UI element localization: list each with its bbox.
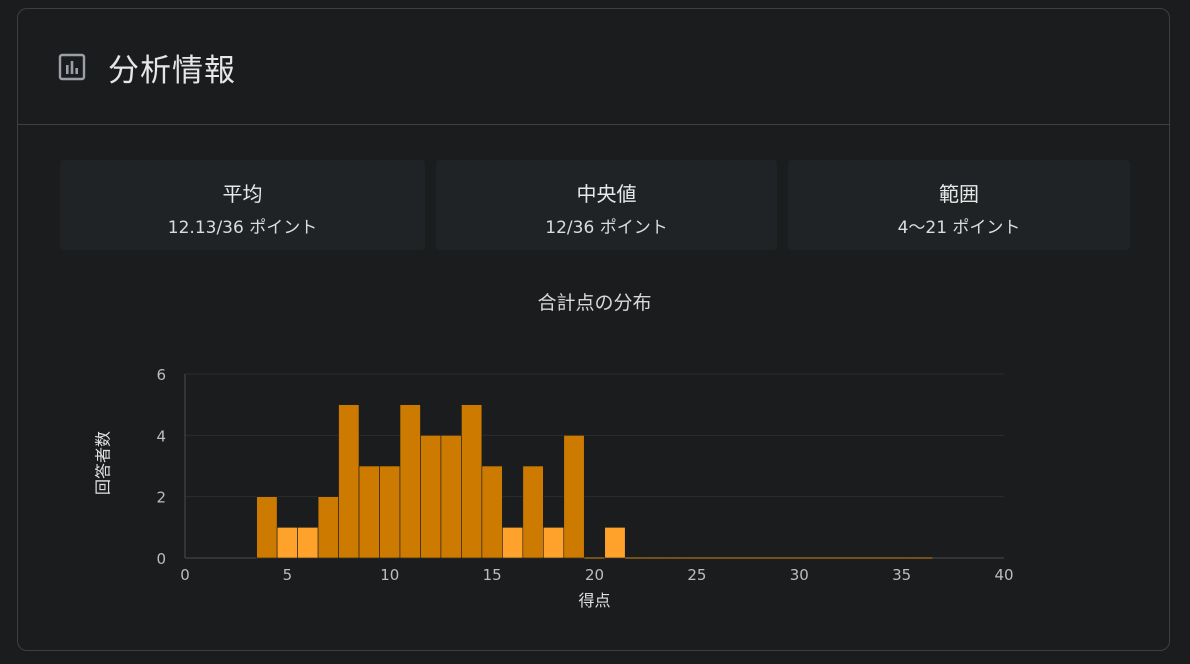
histogram-chart: 0 2 4 6 0 5 10 15 20 25 30 35 40 得点 回答者数: [94, 366, 1014, 610]
histogram-bar: [440, 435, 462, 559]
histogram-bar: [420, 435, 442, 559]
histogram-bar: [522, 465, 544, 559]
histogram-bar: [276, 527, 298, 559]
histogram-bar: [379, 465, 401, 559]
y-tick-label: 2: [156, 489, 166, 507]
y-axis-label: 回答者数: [94, 431, 113, 495]
x-tick-label: 30: [790, 566, 809, 584]
x-tick-label: 40: [994, 566, 1013, 584]
x-tick-label: 0: [180, 566, 190, 584]
x-tick-label: 10: [380, 566, 399, 584]
x-tick-label: 15: [483, 566, 502, 584]
histogram-bar: [358, 465, 380, 559]
histogram-bar: [338, 404, 360, 559]
x-tick-label: 5: [283, 566, 293, 584]
histogram-bar: [399, 404, 421, 559]
histogram-bar: [563, 435, 585, 559]
x-tick-label: 35: [892, 566, 911, 584]
x-tick-label: 20: [585, 566, 604, 584]
x-axis-label: 得点: [578, 591, 610, 610]
histogram-bar: [604, 527, 626, 559]
histogram-bar: [297, 527, 319, 559]
y-tick-label: 0: [156, 550, 166, 568]
y-tick-label: 4: [156, 427, 166, 445]
histogram-bar: [543, 527, 565, 559]
y-tick-label: 6: [156, 366, 166, 384]
histogram-bar: [461, 404, 483, 559]
histogram-bar: [317, 496, 339, 559]
x-tick-label: 25: [687, 566, 706, 584]
histogram-bar: [502, 527, 524, 559]
histogram-bar: [481, 465, 503, 559]
histogram-bar: [256, 496, 278, 559]
